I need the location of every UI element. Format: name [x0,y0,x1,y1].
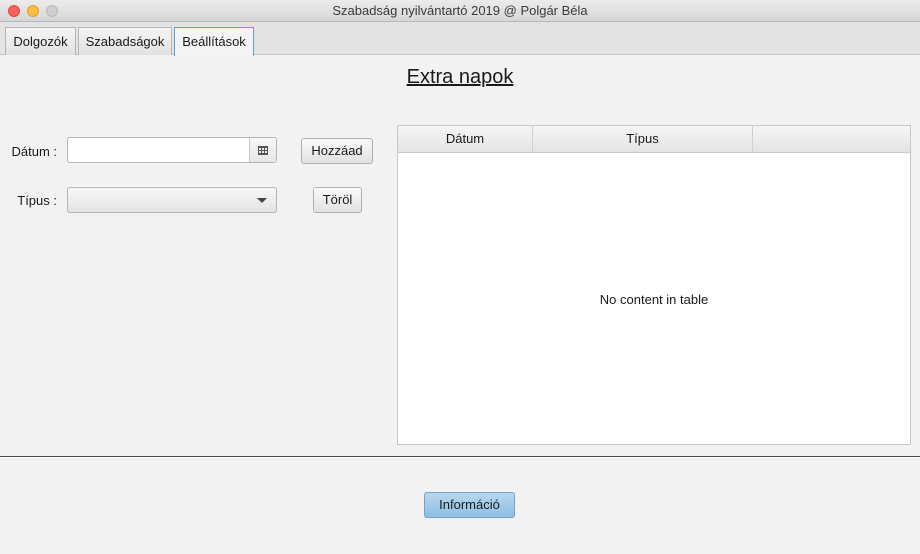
column-header-filler [753,126,910,152]
extra-days-table: Dátum Típus No content in table [397,125,911,445]
window-title: Szabadság nyilvántartó 2019 @ Polgár Bél… [332,3,588,18]
delete-button[interactable]: Töröl [313,187,362,213]
tab-dolgozok[interactable]: Dolgozók [5,27,76,55]
date-picker [67,137,277,163]
add-button[interactable]: Hozzáad [301,138,373,164]
type-label: Típus : [17,193,57,208]
type-dropdown[interactable] [67,187,277,213]
column-header-datum[interactable]: Dátum [398,126,533,152]
empty-table-placeholder: No content in table [599,292,709,307]
dropdown-arrow-icon [257,198,267,203]
date-input[interactable] [68,138,249,162]
calendar-icon [258,145,268,155]
title-bar: Szabadság nyilvántartó 2019 @ Polgár Bél… [0,0,920,22]
column-header-tipus[interactable]: Típus [533,126,753,152]
section-title: Extra napok [406,66,514,88]
table-header: Dátum Típus [398,126,910,153]
date-label: Dátum : [11,144,57,159]
tab-beallitasok[interactable]: Beállítások [174,27,254,56]
tab-bar: Dolgozók Szabadságok Beállítások [0,22,920,56]
calendar-button[interactable] [249,138,276,162]
tab-szabadsagok[interactable]: Szabadságok [78,27,172,55]
info-button[interactable]: Információ [424,492,515,518]
